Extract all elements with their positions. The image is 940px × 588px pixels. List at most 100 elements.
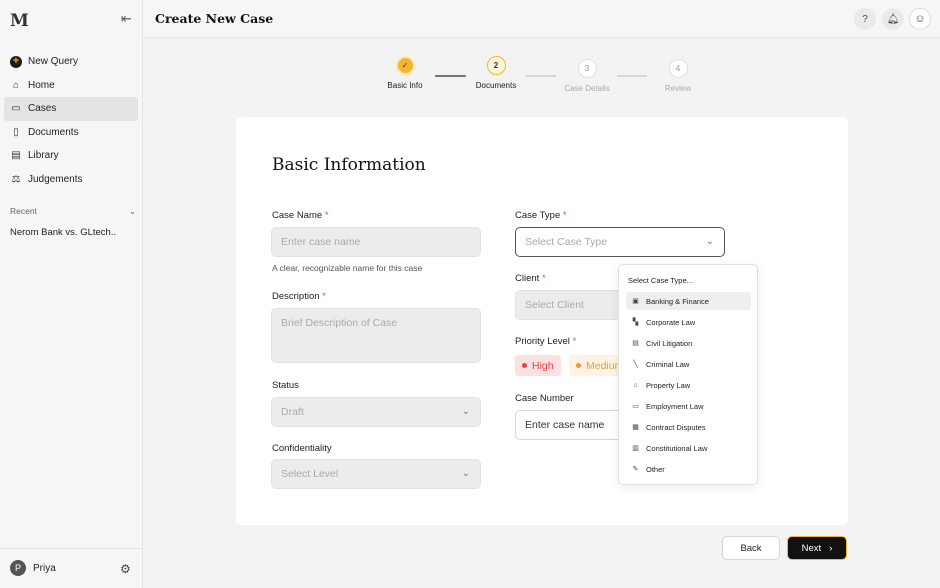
sidebar-item-label: Home: [28, 79, 55, 91]
sidebar-item-cases[interactable]: ▭ Cases: [4, 97, 138, 121]
document-icon: ▤: [632, 340, 639, 347]
gear-icon[interactable]: ⚙: [120, 562, 131, 576]
avatar: P: [10, 560, 26, 576]
collapse-sidebar-icon[interactable]: ⇤: [121, 11, 132, 27]
option-label: Corporate Law: [646, 317, 696, 327]
sidebar-item-judgements[interactable]: ⚖ Judgements: [4, 168, 138, 192]
option-label: Civil Litigation: [646, 338, 693, 348]
confidentiality-select[interactable]: Select Level ⌄: [271, 459, 481, 489]
client-placeholder: Select Client: [525, 299, 584, 311]
option-label: Employment Law: [646, 401, 704, 411]
chevron-right-icon: ›: [829, 542, 833, 554]
chevron-down-icon: ⌄: [128, 206, 136, 216]
status-select[interactable]: Draft ⌄: [271, 397, 481, 427]
description-placeholder: Brief Description of Case: [281, 317, 398, 329]
option-contract-disputes[interactable]: ▦ Contract Disputes: [626, 418, 751, 436]
notification-button[interactable]: 🔔︎: [882, 8, 904, 30]
recent-heading: Recent: [10, 206, 37, 216]
app-logo[interactable]: M: [10, 11, 29, 31]
sidebar-item-label: Library: [28, 150, 59, 162]
step-connector: [435, 75, 466, 77]
dot-icon: [522, 363, 527, 368]
option-property-law[interactable]: ⌂ Property Law: [626, 376, 751, 394]
sidebar-item-label: Cases: [28, 103, 57, 115]
priority-label: Priority Level *: [515, 336, 577, 347]
case-name-input[interactable]: Enter case name: [271, 227, 481, 257]
next-label: Next: [801, 542, 822, 554]
sidebar-item-new-query[interactable]: + New Query: [4, 50, 138, 74]
recent-item[interactable]: Nerom Bank vs. GLtech..: [10, 227, 116, 238]
option-civil-litigation[interactable]: ▤ Civil Litigation: [626, 334, 751, 352]
laptop-icon: ▭: [632, 403, 639, 410]
dropdown-heading: Select Case Type...: [628, 276, 693, 285]
chevron-down-icon: ⌄: [705, 236, 714, 247]
sidebar-item-label: New Query: [28, 56, 79, 68]
step-case-details[interactable]: 3 Case Details: [558, 59, 616, 93]
sidebar-item-documents[interactable]: ▯ Documents: [4, 121, 138, 145]
sidebar-nav: + New Query ⌂ Home ▭ Cases ▯ Documents ▤…: [4, 50, 138, 191]
chevron-down-icon: ⌄: [461, 406, 470, 417]
description-textarea[interactable]: Brief Description of Case: [271, 308, 481, 363]
status-label: Status: [272, 380, 299, 391]
confidentiality-placeholder: Select Level: [281, 468, 339, 480]
option-label: Banking & Finance: [646, 296, 709, 306]
help-button[interactable]: ?: [854, 8, 876, 30]
confidentiality-label: Confidentiality: [272, 443, 332, 454]
option-label: Constitutional Law: [646, 443, 708, 453]
step-review[interactable]: 4 Review: [651, 59, 705, 93]
sidebar: M ⇤ + New Query ⌂ Home ▭ Cases ▯ Documen…: [0, 0, 143, 588]
option-criminal-law[interactable]: ╲ Criminal Law: [626, 355, 751, 373]
client-label: Client *: [515, 273, 546, 284]
status-value: Draft: [281, 406, 304, 418]
chevron-down-icon: ⌄: [461, 468, 470, 479]
sidebar-item-home[interactable]: ⌂ Home: [4, 74, 138, 98]
back-button[interactable]: Back: [722, 536, 780, 560]
case-type-placeholder: Select Case Type: [525, 236, 608, 248]
case-name-hint: A clear, recognizable name for this case: [272, 263, 423, 273]
option-constitutional-law[interactable]: ▥ Constitutional Law: [626, 439, 751, 457]
gavel-icon: ╲: [633, 361, 638, 368]
step-label: Basic Info: [387, 81, 423, 90]
sidebar-item-label: Documents: [28, 126, 79, 138]
option-other[interactable]: ✎ Other: [626, 460, 751, 478]
dot-icon: [576, 363, 581, 368]
library-icon: ▤: [11, 150, 21, 162]
step-connector: [617, 75, 647, 77]
scales-icon: ⚖: [11, 173, 21, 185]
top-header: Create New Case ? 🔔︎ ☺: [143, 0, 940, 38]
option-label: Property Law: [646, 380, 691, 390]
next-button[interactable]: Next ›: [787, 536, 847, 560]
case-type-label: Case Type *: [515, 210, 567, 221]
case-number-label: Case Number: [515, 393, 574, 404]
contract-icon: ▦: [632, 424, 639, 431]
step-label: Review: [664, 84, 692, 93]
user-profile[interactable]: P Priya: [10, 560, 56, 576]
form-title: Basic Information: [272, 155, 426, 175]
bank-icon: ▣: [632, 298, 639, 305]
step-basic-info[interactable]: ✓ Basic Info: [380, 56, 430, 90]
profile-avatar[interactable]: ☺: [909, 8, 931, 30]
step-number: 4: [668, 59, 688, 78]
step-number: 2: [486, 56, 506, 75]
user-name: Priya: [33, 562, 56, 574]
sidebar-item-label: Judgements: [28, 173, 83, 185]
option-banking-finance[interactable]: ▣ Banking & Finance: [626, 292, 751, 310]
document-icon: ▯: [13, 126, 19, 138]
option-label: Contract Disputes: [646, 422, 706, 432]
sidebar-item-library[interactable]: ▤ Library: [4, 144, 138, 168]
option-employment-law[interactable]: ▭ Employment Law: [626, 397, 751, 415]
step-documents[interactable]: 2 Documents: [469, 56, 523, 90]
case-name-label: Case Name *: [272, 210, 329, 221]
priority-high-chip[interactable]: High: [515, 355, 561, 376]
plus-circle-icon: +: [10, 55, 22, 68]
recent-section-header[interactable]: Recent ⌄: [10, 206, 136, 217]
step-label: Documents: [475, 81, 517, 90]
briefcase-icon: ▭: [11, 103, 21, 115]
edit-icon: ✎: [632, 466, 639, 473]
step-connector: [526, 75, 556, 77]
book-icon: ▥: [632, 445, 639, 452]
option-corporate-law[interactable]: ▚ Corporate Law: [626, 313, 751, 331]
case-type-dropdown: Select Case Type... ▣ Banking & Finance …: [618, 264, 758, 485]
case-type-select[interactable]: Select Case Type ⌄: [515, 227, 725, 257]
check-icon: ✓: [395, 56, 415, 75]
